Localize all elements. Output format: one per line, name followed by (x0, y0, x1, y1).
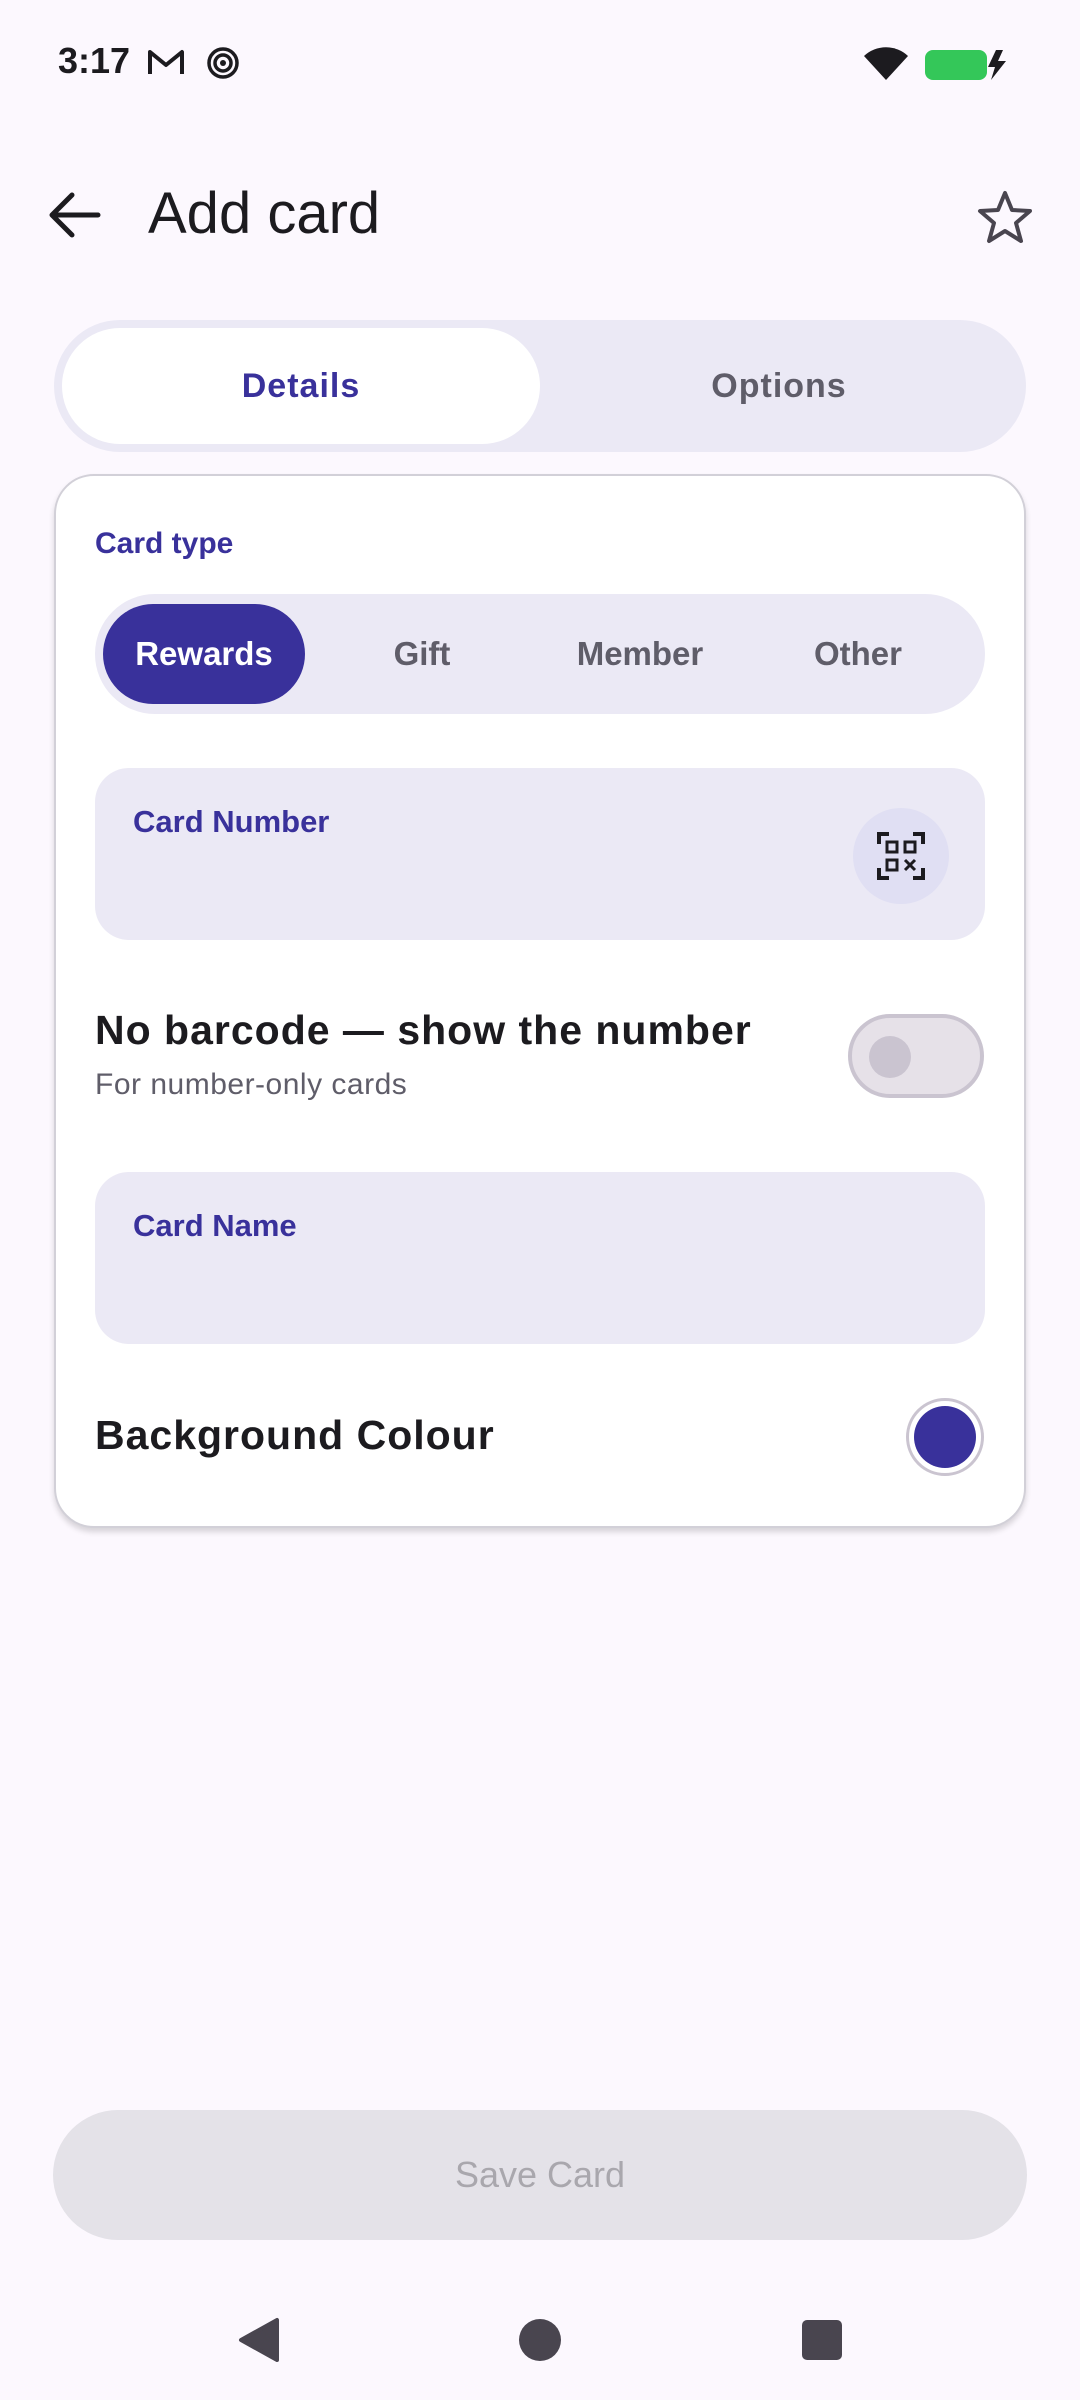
nav-back-button[interactable] (229, 2310, 289, 2370)
gmail-icon (146, 46, 186, 83)
nav-home-button[interactable] (510, 2310, 570, 2370)
tab-details[interactable]: Details (62, 328, 540, 444)
spiral-notification-icon (206, 46, 240, 85)
card-name-label: Card Name (133, 1208, 297, 1243)
no-barcode-subtitle: For number-only cards (95, 1068, 408, 1101)
nav-recents-button[interactable] (792, 2310, 852, 2370)
card-number-label: Card Number (133, 804, 330, 839)
back-button[interactable] (40, 180, 110, 250)
no-barcode-title: No barcode — show the number (95, 1007, 752, 1053)
arrow-left-icon (49, 192, 101, 238)
star-outline-icon (978, 191, 1032, 243)
recents-square-icon (802, 2320, 842, 2360)
wifi-icon (862, 46, 910, 87)
qr-scan-icon (877, 832, 925, 880)
no-barcode-toggle[interactable] (848, 1014, 984, 1098)
background-colour-label: Background Colour (95, 1412, 495, 1458)
favorite-button[interactable] (970, 182, 1040, 252)
page-title: Add card (148, 181, 381, 246)
card-type-selector: Rewards Gift Member Other (95, 594, 985, 714)
battery-charging-icon (924, 48, 1008, 87)
card-number-field[interactable]: Card Number (95, 768, 985, 940)
tab-options[interactable]: Options (540, 328, 1018, 444)
back-triangle-icon (239, 2318, 279, 2362)
home-circle-icon (519, 2319, 561, 2361)
card-type-other[interactable]: Other (757, 604, 959, 704)
scan-barcode-button[interactable] (853, 808, 949, 904)
colour-dot (914, 1406, 976, 1468)
save-card-button[interactable]: Save Card (53, 2110, 1027, 2240)
card-type-member[interactable]: Member (539, 604, 741, 704)
card-type-gift[interactable]: Gift (321, 604, 523, 704)
tab-bar: Details Options (54, 320, 1026, 452)
card-name-field[interactable]: Card Name (95, 1172, 985, 1344)
card-type-rewards[interactable]: Rewards (103, 604, 305, 704)
toggle-knob (869, 1036, 911, 1078)
status-time: 3:17 (58, 40, 131, 81)
card-type-label: Card type (95, 527, 234, 560)
background-colour-swatch[interactable] (906, 1398, 984, 1476)
